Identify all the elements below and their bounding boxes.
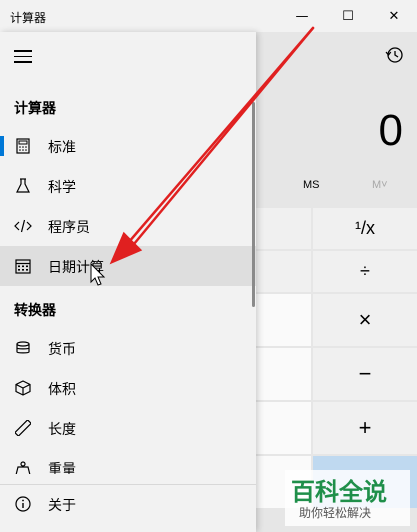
coins-icon	[14, 339, 32, 357]
nav-item-label: 程序员	[48, 220, 90, 236]
nav-scrollbar[interactable]	[252, 102, 255, 307]
nav-item-volume[interactable]: 体积	[0, 368, 256, 408]
memory-store-button[interactable]: MS	[303, 179, 320, 191]
calculator-icon	[14, 137, 32, 155]
nav-item-label: 货币	[48, 342, 76, 358]
ruler-icon	[14, 419, 32, 437]
history-icon[interactable]	[384, 44, 406, 66]
nav-item-programmer[interactable]: 程序员	[0, 206, 256, 246]
nav-item-label: 关于	[48, 498, 76, 514]
minus-key[interactable]: −	[313, 348, 417, 400]
code-icon	[14, 217, 32, 235]
calendar-icon	[14, 257, 32, 275]
watermark: 百科全说 助你轻松解决	[285, 470, 410, 526]
minimize-button[interactable]: —	[279, 0, 325, 32]
maximize-icon: ☐	[342, 8, 354, 24]
nav-item-currency[interactable]: 货币	[0, 328, 256, 368]
section-calculator: 计算器	[14, 101, 56, 117]
divide-key[interactable]: ÷	[313, 251, 417, 292]
nav-item-label: 科学	[48, 180, 76, 196]
nav-item-weight[interactable]: 重量	[0, 448, 256, 474]
display-value: 0	[378, 106, 403, 155]
close-icon: ✕	[388, 8, 400, 24]
close-button[interactable]: ✕	[371, 0, 417, 32]
multiply-key[interactable]: ×	[313, 294, 417, 346]
nav-item-about[interactable]: 关于	[0, 484, 256, 524]
navigation-pane: 计算器 标准 科学 程序员 日期计算 转换器 货币 体积 长度 重量 关于	[0, 32, 256, 532]
nav-item-label: 重量	[48, 462, 76, 474]
weight-icon	[14, 459, 32, 474]
watermark-title: 百科全说	[291, 478, 387, 506]
reciprocal-key[interactable]: ¹/x	[313, 208, 417, 249]
plus-key[interactable]: +	[313, 402, 417, 454]
nav-item-label: 长度	[48, 422, 76, 438]
window-title: 计算器	[10, 11, 47, 25]
flask-icon	[14, 177, 32, 195]
memory-list-button[interactable]: M˅	[372, 179, 388, 191]
minimize-icon: —	[295, 8, 309, 24]
nav-item-length[interactable]: 长度	[0, 408, 256, 448]
title-bar: 计算器 — ☐ ✕	[0, 0, 417, 32]
cube-icon	[14, 379, 32, 397]
hamburger-menu-icon[interactable]	[14, 50, 32, 64]
nav-item-label: 日期计算	[48, 260, 104, 276]
section-converter: 转换器	[14, 303, 56, 319]
watermark-subtitle: 助你轻松解决	[299, 506, 372, 520]
nav-item-label: 标准	[48, 140, 76, 156]
nav-item-date-calculation[interactable]: 日期计算	[0, 246, 256, 286]
info-icon	[14, 495, 32, 513]
nav-item-label: 体积	[48, 382, 76, 398]
maximize-button[interactable]: ☐	[325, 0, 371, 32]
nav-item-scientific[interactable]: 科学	[0, 166, 256, 206]
nav-item-standard[interactable]: 标准	[0, 126, 256, 166]
